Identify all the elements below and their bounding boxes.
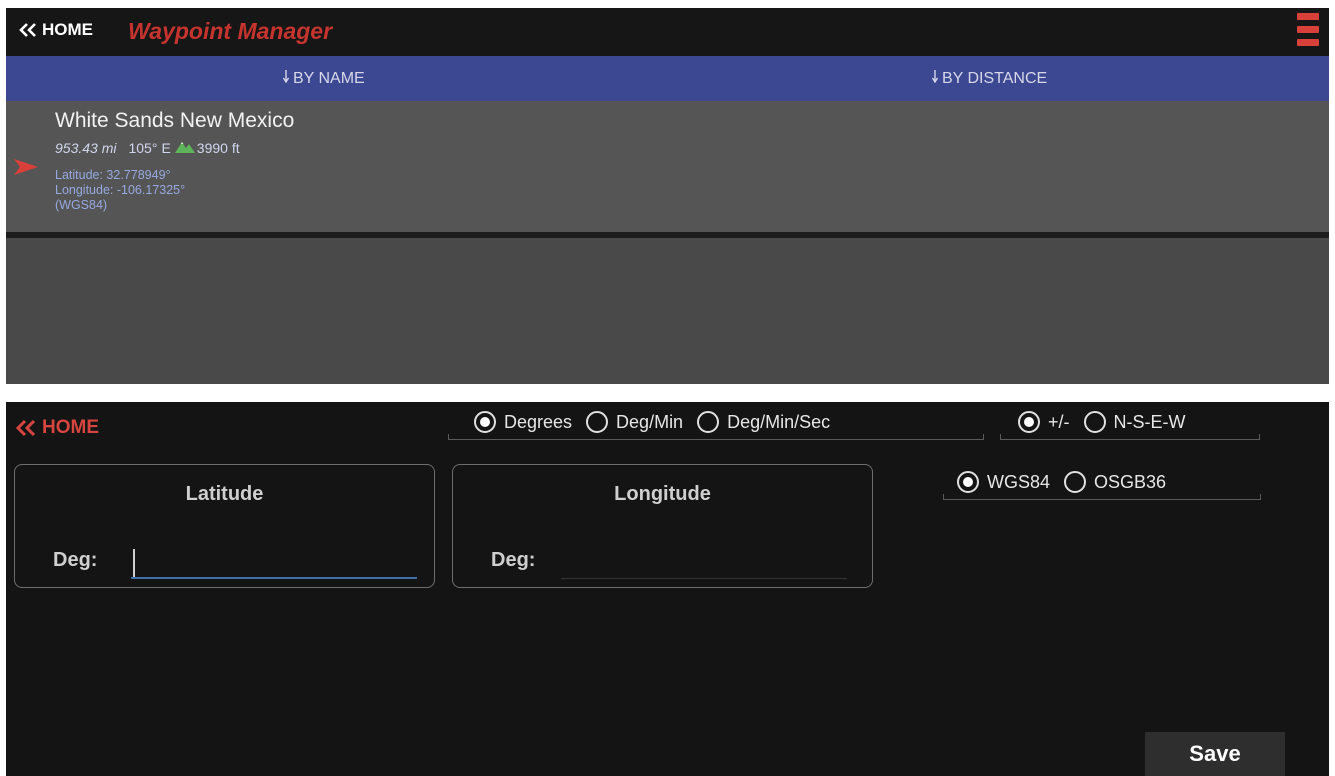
waypoint-direction: E	[161, 139, 171, 156]
radio-label: OSGB36	[1094, 471, 1167, 492]
sort-by-name-label: BY NAME	[293, 69, 365, 87]
longitude-panel: Longitude Deg:	[452, 464, 873, 588]
latitude-deg-label: Deg:	[53, 549, 98, 571]
waypoint-manager-screen: HOME Waypoint Manager BY NAME BY DISTANC…	[6, 8, 1329, 384]
sign-format-group: +/- N-S-E-W	[1000, 411, 1260, 440]
waypoint-latitude: Latitude: 32.778949°	[55, 168, 171, 182]
page-title: Waypoint Manager	[128, 18, 333, 44]
home-label: HOME	[42, 20, 93, 39]
waypoint-name: White Sands New Mexico	[55, 109, 295, 132]
sign-nsew-radio[interactable]: N-S-E-W	[1083, 411, 1186, 433]
format-degrees-radio[interactable]: Degrees	[474, 411, 572, 433]
longitude-deg-label: Deg:	[491, 549, 536, 571]
sort-by-name-button[interactable]: BY NAME	[282, 56, 365, 101]
radio-label: +/-	[1048, 411, 1070, 432]
waypoint-datum: (WGS84)	[55, 198, 108, 212]
save-button[interactable]: Save	[1145, 732, 1285, 776]
text-cursor	[133, 549, 135, 577]
radio-button-icon	[1018, 411, 1040, 433]
coordinate-entry-screen: HOME Degrees Deg/Min Deg/Min/Sec +/- N-S…	[6, 402, 1329, 776]
longitude-deg-input[interactable]	[561, 543, 847, 579]
radio-button-icon	[957, 471, 979, 493]
radio-button-icon	[586, 411, 609, 433]
home-button[interactable]: HOME	[18, 16, 93, 44]
top-app-bar: HOME Waypoint Manager	[6, 8, 1329, 56]
sort-by-distance-label: BY DISTANCE	[942, 69, 1048, 87]
radio-label: Degrees	[504, 411, 573, 432]
waypoint-bearing: 105°	[128, 139, 158, 156]
radio-label: N-S-E-W	[1113, 411, 1186, 432]
datum-wgs84-radio[interactable]: WGS84	[957, 471, 1050, 493]
sign-plus-minus-radio[interactable]: +/-	[1018, 411, 1070, 433]
waypoint-elevation: 3990 ft	[196, 139, 240, 156]
down-arrow-icon	[282, 69, 290, 88]
latitude-title: Latitude	[185, 483, 264, 505]
datum-group: WGS84 OSGB36	[943, 471, 1261, 500]
waypoint-longitude: Longitude: -106.17325°	[55, 183, 186, 197]
datum-osgb36-radio[interactable]: OSGB36	[1064, 471, 1166, 493]
waypoint-list-item[interactable]: White Sands New Mexico 953.43 mi 105° E …	[6, 101, 1329, 232]
home-button[interactable]: HOME	[14, 415, 99, 441]
double-chevron-left-icon	[14, 419, 40, 437]
sort-bar: BY NAME BY DISTANCE	[6, 56, 1329, 101]
format-deg-min-radio[interactable]: Deg/Min	[586, 411, 683, 433]
list-empty-area	[6, 238, 1329, 384]
hamburger-menu-icon[interactable]	[1297, 13, 1319, 46]
waypoint-meta: 953.43 mi 105° E 3990 ft	[55, 139, 240, 156]
latitude-deg-input[interactable]	[131, 543, 417, 579]
radio-button-icon	[697, 411, 720, 433]
waypoint-distance: 953.43 mi	[55, 139, 117, 156]
home-label: HOME	[42, 417, 99, 438]
radio-label: WGS84	[987, 471, 1051, 492]
radio-label: Deg/Min	[616, 411, 684, 432]
radio-button-icon	[474, 411, 496, 433]
longitude-title: Longitude	[614, 483, 711, 505]
mountain-icon	[174, 139, 195, 156]
latitude-panel: Latitude Deg:	[14, 464, 435, 588]
sort-by-distance-button[interactable]: BY DISTANCE	[931, 56, 1047, 101]
radio-label: Deg/Min/Sec	[727, 411, 831, 432]
radio-button-icon	[1064, 471, 1087, 493]
radio-button-icon	[1083, 411, 1106, 433]
pointer-arrow-icon	[14, 159, 38, 180]
double-chevron-left-icon	[18, 22, 40, 38]
coordinate-format-group: Degrees Deg/Min Deg/Min/Sec	[448, 411, 984, 440]
down-arrow-icon	[931, 69, 939, 88]
format-deg-min-sec-radio[interactable]: Deg/Min/Sec	[697, 411, 830, 433]
